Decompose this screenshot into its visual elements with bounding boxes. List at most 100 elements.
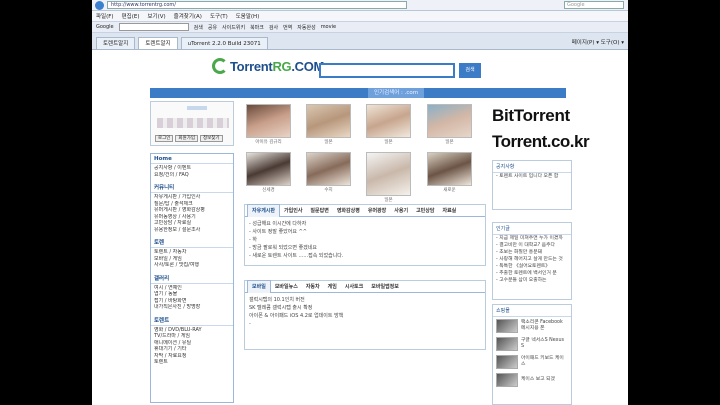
board-tab[interactable]: 모바일뉴스: [271, 281, 302, 293]
browser-tab-1[interactable]: 토렌트알지: [96, 37, 136, 49]
board-box-community: 자유게시판 가입인사 질문답변 영화감상평 유머광장 사용기 고민상담 자료실 …: [244, 204, 486, 266]
board-tab[interactable]: 자동차: [302, 281, 324, 293]
browser-tab-2[interactable]: 토렌트알지: [138, 37, 178, 49]
popular-link[interactable]: - 사랑해 헤어지고 살게 만드는 것: [493, 256, 571, 263]
product-thumbnail: [496, 337, 518, 351]
menu-favorites[interactable]: 즐겨찾기(A): [174, 12, 202, 20]
sidebar-section-gallery[interactable]: 갤러리: [151, 272, 233, 284]
board-tab[interactable]: 모바일앱정보: [367, 281, 403, 293]
popular-box: 인기글 - 지금 제일 미쳐주면 누가 이겼까 - 결고비만 이 대학교? 음주…: [492, 222, 572, 300]
login-button[interactable]: 로그인: [155, 135, 174, 142]
board-post-link[interactable]: -: [249, 320, 481, 328]
gallery-photo[interactable]: [306, 152, 351, 186]
menu-file[interactable]: 파일(F): [96, 12, 114, 20]
product-name: 팩소리콘 Facebook 메시지용 폰: [521, 320, 563, 331]
popular-keywords[interactable]: 인기검색어 : .com: [368, 88, 425, 98]
signup-button[interactable]: 회원가입: [175, 135, 198, 142]
popular-link[interactable]: - 초보는 화질만 흥분돼: [493, 249, 571, 256]
page-tools-menu[interactable]: 페이지(P) ▾ 도구(O) ▾: [572, 37, 624, 49]
login-fields[interactable]: [157, 118, 229, 128]
toolbar-movie-button[interactable]: movie: [321, 24, 336, 30]
gallery-photo[interactable]: [427, 104, 472, 138]
popular-link[interactable]: - 추출한 토렌트에 백서인거 분: [493, 270, 571, 277]
find-info-button[interactable]: 정보찾기: [199, 135, 223, 142]
site-search-button[interactable]: 검색: [459, 63, 481, 78]
torrent-co-kr-banner[interactable]: Torrent.co.kr: [492, 132, 590, 152]
product-name: 케이스 보고 되겠: [521, 377, 555, 382]
popular-link[interactable]: - 결고비만 이 대학교? 음주다: [493, 242, 571, 249]
board-tab[interactable]: 자유게시판: [247, 204, 281, 217]
logo-main: Torrent: [230, 58, 273, 74]
product-item[interactable]: 팩소리콘 Facebook 메시지용 폰: [493, 317, 571, 335]
menu-edit[interactable]: 편집(E): [122, 12, 140, 20]
toolbar-search-button[interactable]: 검색: [194, 24, 203, 31]
gallery-photo[interactable]: [246, 104, 291, 138]
board-post-link[interactable]: 갤럭시탭의 10.1인치 버전: [249, 296, 481, 304]
popular-title[interactable]: 인기글: [493, 223, 571, 235]
board-tab[interactable]: 유머광장: [364, 205, 390, 217]
menu-tools[interactable]: 도구(T): [210, 12, 228, 20]
gallery-photo[interactable]: [427, 152, 472, 186]
sidebar-section-home[interactable]: Home: [151, 154, 233, 164]
bittorrent-banner[interactable]: BitTorrent: [492, 106, 570, 126]
product-item[interactable]: 케이스 보고 되겠: [493, 371, 571, 389]
board-post-link[interactable]: SK 텔레콤 갤럭시탭 출시 확정: [249, 304, 481, 312]
notice-link[interactable]: - 토렌트 사이트 입니다 오픈 합: [493, 173, 571, 180]
board-tab[interactable]: 질문답변: [306, 205, 332, 217]
board-tab[interactable]: 시사토크: [341, 281, 367, 293]
toolbar-autofill-button[interactable]: 자동완성: [297, 24, 315, 31]
board-tab[interactable]: 사용기: [390, 205, 412, 217]
photo-caption: 신세경: [262, 188, 275, 193]
toolbar-bookmark-button[interactable]: 북마크: [250, 24, 264, 31]
site-search-input[interactable]: [319, 63, 455, 78]
toolbar-share-button[interactable]: 공유: [208, 24, 217, 31]
gallery-photo[interactable]: [306, 104, 351, 138]
board-tab[interactable]: 고민상담: [412, 205, 438, 217]
sidebar-item[interactable]: 토렌트: [151, 359, 233, 366]
gallery-photo[interactable]: [246, 152, 291, 186]
url-field[interactable]: http://www.torrentrg.com/: [107, 1, 407, 9]
notice-title[interactable]: 공지사항: [493, 161, 571, 173]
board-tab[interactable]: 가입인사: [280, 205, 306, 217]
menu-bar: 파일(F) 편집(E) 보기(V) 즐겨찾기(A) 도구(T) 도움말(H): [92, 11, 628, 21]
browser-window: http://www.torrentrg.com/ Google 파일(F) 편…: [92, 0, 628, 405]
product-thumbnail: [496, 355, 518, 369]
logo-mark-icon: [212, 58, 228, 74]
bittorrent-text: BitTorrent: [492, 106, 570, 125]
toolbar-check-button[interactable]: 검사: [269, 24, 278, 31]
google-search-input[interactable]: [118, 23, 189, 31]
sidebar-section-torrent-news[interactable]: 토렌: [151, 236, 233, 248]
browser-search-field[interactable]: Google: [564, 1, 624, 9]
sidebar-section-torrent[interactable]: 토렌트: [151, 314, 233, 326]
browser-tab-3[interactable]: uTorrent 2.2.0 Build 23071: [180, 37, 268, 49]
menu-view[interactable]: 보기(V): [147, 12, 165, 20]
site-logo[interactable]: TorrentRG.COM: [212, 58, 324, 74]
login-banner: [187, 106, 207, 110]
board-post-link[interactable]: - 하: [249, 236, 481, 244]
photo-caption: 일본: [384, 198, 393, 203]
product-item[interactable]: 아이패드 키보드 케이스: [493, 353, 571, 371]
toolbar-translate-button[interactable]: 번역: [283, 24, 292, 31]
shop-title[interactable]: 쇼핑몰: [493, 305, 571, 317]
menu-help[interactable]: 도움말(H): [236, 12, 260, 20]
board-tab[interactable]: 자료실: [438, 205, 460, 217]
popular-link[interactable]: - 고수분들 삼미 오출하는: [493, 277, 571, 284]
board-tab[interactable]: 게임: [324, 281, 341, 293]
popular-link[interactable]: - 독특한 《싫어요토렌트》: [493, 263, 571, 270]
board-post-link[interactable]: 아이폰 & 아이패드 iOS 4.2로 업데이트 방책: [249, 312, 481, 320]
board-post-link[interactable]: - 성급해요 이시간에 다하자: [249, 220, 481, 228]
address-bar: http://www.torrentrg.com/ Google: [92, 0, 628, 11]
notice-box: 공지사항 - 토렌트 사이트 입니다 오픈 합: [492, 160, 572, 210]
toolbar-sidewiki-button[interactable]: 사이드위키: [222, 24, 245, 31]
gallery-photo[interactable]: [366, 104, 411, 138]
board-post-link[interactable]: - 방금 팔로워 되었으면 좋겠네요: [249, 244, 481, 252]
board-tab[interactable]: 모바일: [247, 280, 271, 293]
product-item[interactable]: 구글 넥서스S Nexus S: [493, 335, 571, 353]
photo-caption: 일본: [445, 140, 454, 145]
board-post-link[interactable]: - 새로운 토렌트 사이트 ......접속 되었습니다.: [249, 252, 481, 260]
board-tab[interactable]: 영화감상평: [333, 205, 364, 217]
sidebar-section-community[interactable]: 커뮤니티: [151, 181, 233, 193]
popular-link[interactable]: - 지금 제일 미쳐주면 누가 이겼까: [493, 235, 571, 242]
board-post-link[interactable]: - 사이트 정말 좋았어요 ^^: [249, 228, 481, 236]
gallery-photo[interactable]: [366, 152, 411, 196]
